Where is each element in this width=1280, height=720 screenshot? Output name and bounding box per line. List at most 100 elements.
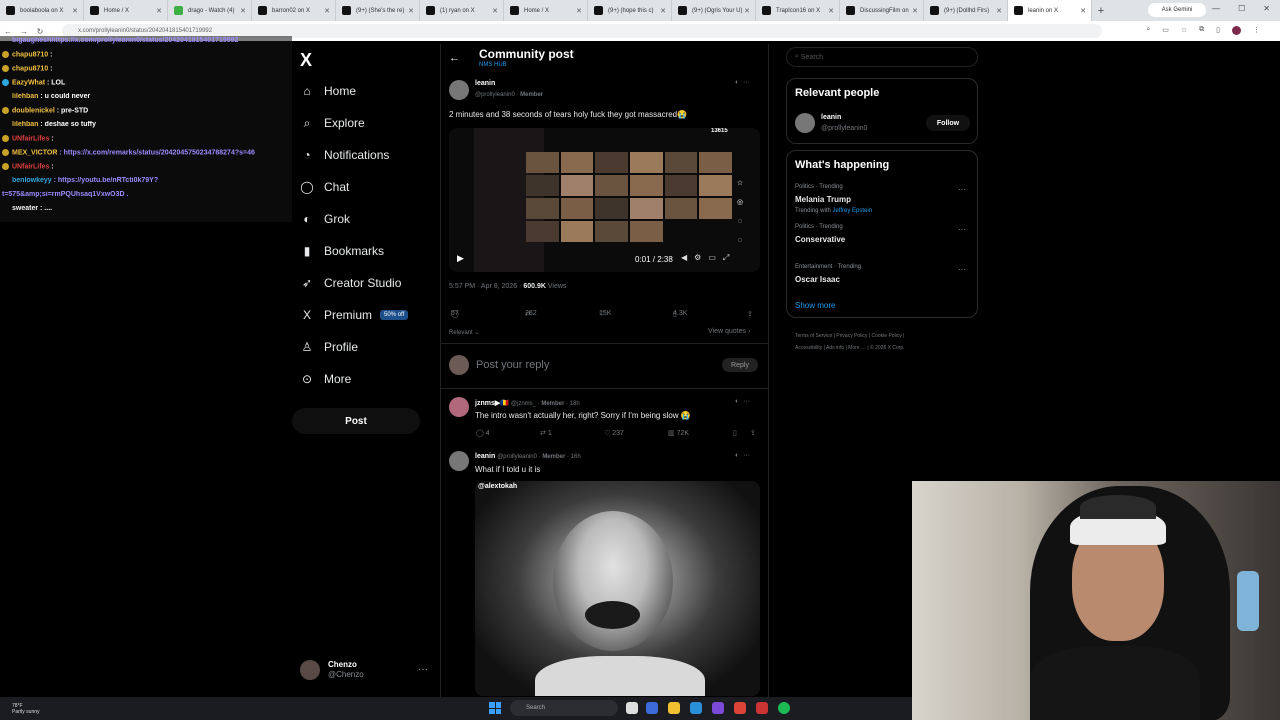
- grok-icon[interactable]: ◐: [735, 452, 739, 459]
- trend-more-icon[interactable]: ···: [958, 225, 966, 234]
- cast-icon[interactable]: ▭: [1162, 26, 1169, 35]
- browser-tab[interactable]: TrapIcon16 on X ✕: [756, 0, 840, 21]
- maximize-icon[interactable]: ☐: [1238, 4, 1245, 13]
- sidepanel-icon[interactable]: ▯: [1216, 26, 1220, 35]
- weather-widget[interactable]: 78°F Partly sunny: [12, 703, 40, 715]
- community-name[interactable]: NMS HUB: [479, 62, 507, 68]
- chat-link[interactable]: : https://x.com/remarks/status/204204575…: [57, 149, 255, 156]
- windows-start-icon[interactable]: [489, 702, 501, 714]
- post-button[interactable]: Post: [292, 408, 420, 434]
- browser-tab[interactable]: DiscussingFilm on ✕: [840, 0, 924, 21]
- footer-links[interactable]: Terms of Service | Privacy Policy | Cook…: [795, 333, 904, 339]
- reply-input[interactable]: Post your reply: [476, 359, 549, 371]
- nav-item-home[interactable]: ⌂ Home: [300, 81, 356, 101]
- browser-tab[interactable]: boolaboola on X ✕: [0, 0, 84, 21]
- relevant-person-name[interactable]: leanin: [821, 114, 841, 121]
- browser-tab[interactable]: (9+) (Ogris Your U) ✕: [672, 0, 756, 21]
- x-logo[interactable]: X: [300, 50, 312, 71]
- footer-links[interactable]: Accessibility | Ads info | More … | © 20…: [795, 345, 905, 351]
- repost-action[interactable]: ⇄ 1: [540, 429, 552, 437]
- tab-close-icon[interactable]: ✕: [576, 7, 582, 15]
- avatar[interactable]: [449, 451, 469, 471]
- close-window-icon[interactable]: ✕: [1263, 4, 1270, 13]
- tab-close-icon[interactable]: ✕: [408, 7, 414, 15]
- browser-tab[interactable]: (1) ryan on X ✕: [420, 0, 504, 21]
- nav-item-notifications[interactable]: ◔ Notifications: [300, 145, 389, 165]
- browser-tab[interactable]: barron02 on X ✕: [252, 0, 336, 21]
- chrome-icon[interactable]: [734, 702, 746, 714]
- search-input[interactable]: ⌕ Search: [786, 47, 978, 67]
- view-quotes-link[interactable]: View quotes ›: [708, 328, 750, 335]
- ask-gemini-button[interactable]: Ask Gemini: [1148, 3, 1206, 17]
- tab-close-icon[interactable]: ✕: [996, 7, 1002, 15]
- tab-close-icon[interactable]: ✕: [324, 7, 330, 15]
- trend-more-icon[interactable]: ···: [958, 265, 966, 274]
- avatar[interactable]: [449, 397, 469, 417]
- trend-name[interactable]: Conservative: [795, 235, 845, 244]
- tab-close-icon[interactable]: ✕: [1080, 7, 1086, 15]
- chat-link[interactable]: https://x.com/prollyleanin0/status/20420…: [51, 37, 238, 44]
- relevant-person-handle[interactable]: @prollyleanin0: [821, 125, 867, 132]
- new-tab-icon[interactable]: +: [1092, 5, 1110, 17]
- tab-close-icon[interactable]: ✕: [492, 7, 498, 15]
- nav-item-chat[interactable]: ◯ Chat: [300, 177, 349, 197]
- trend-name[interactable]: Melania Trump: [795, 195, 851, 204]
- browser-tab[interactable]: (9+) (Dollhd Firs) ✕: [924, 0, 1008, 21]
- comment-author[interactable]: jznms▶🇷🇴: [475, 400, 509, 407]
- nav-item-creator-studio[interactable]: ➶ Creator Studio: [300, 273, 401, 293]
- post-author-name[interactable]: leanin: [475, 80, 495, 87]
- sort-dropdown[interactable]: Relevant ⌄: [449, 329, 479, 336]
- video-controls[interactable]: ◀⚙▭⤢: [681, 253, 736, 263]
- browser-tab[interactable]: drago - Watch (4) ✕: [168, 0, 252, 21]
- reply-action[interactable]: ◯ 4: [476, 429, 490, 437]
- browser-tab[interactable]: Home / X ✕: [84, 0, 168, 21]
- avatar[interactable]: [795, 113, 815, 133]
- taskbar-search[interactable]: Search: [510, 700, 618, 716]
- comment-author[interactable]: leanin: [475, 453, 495, 460]
- chat-link[interactable]: t=575&amp;si=rmPQUhsaq1VxwO3D .: [2, 191, 128, 198]
- post-timestamp[interactable]: 5:57 PM · Apr 8, 2026 ·: [449, 283, 523, 290]
- nav-item-more[interactable]: ⊙ More: [300, 369, 351, 389]
- chat-link[interactable]: : https://youtu.be/nRTcti0k79Y?: [52, 177, 159, 184]
- more-icon[interactable]: ···: [743, 79, 750, 86]
- tab-close-icon[interactable]: ✕: [660, 7, 666, 15]
- tab-close-icon[interactable]: ✕: [240, 7, 246, 15]
- comment-video[interactable]: [475, 481, 760, 696]
- nav-item-profile[interactable]: ♙ Profile: [300, 337, 358, 357]
- grok-icon[interactable]: ◐: [735, 398, 739, 405]
- tab-close-icon[interactable]: ✕: [72, 7, 78, 15]
- nav-item-explore[interactable]: ⌕ Explore: [300, 113, 365, 133]
- forward-icon[interactable]: →: [16, 27, 32, 36]
- app-icon[interactable]: [646, 702, 658, 714]
- show-more-link[interactable]: Show more: [795, 301, 835, 310]
- trend-context-link[interactable]: Jeffrey Epstein: [832, 208, 872, 214]
- browser-tab[interactable]: Home / X ✕: [504, 0, 588, 21]
- grok-icon[interactable]: ◐: [735, 79, 739, 86]
- like-action[interactable]: ♡ 237: [604, 429, 624, 437]
- nav-item-premium[interactable]: X Premium 50% off: [300, 305, 409, 325]
- bookmark-icon[interactable]: ▯: [733, 429, 737, 437]
- star-icon[interactable]: ☆: [1181, 26, 1187, 35]
- tab-close-icon[interactable]: ✕: [912, 7, 918, 15]
- app-icon[interactable]: [712, 702, 724, 714]
- spotify-icon[interactable]: [778, 702, 790, 714]
- profile-avatar[interactable]: [1232, 26, 1241, 35]
- more-icon[interactable]: ···: [743, 398, 750, 405]
- edge-icon[interactable]: [690, 702, 702, 714]
- nav-item-grok[interactable]: ◐ Grok: [300, 209, 350, 229]
- extensions-icon[interactable]: ⧉: [1199, 26, 1204, 35]
- nav-item-bookmarks[interactable]: ▮ Bookmarks: [300, 241, 384, 261]
- share-icon[interactable]: ⇪: [750, 429, 756, 437]
- play-icon[interactable]: ▶: [457, 253, 464, 264]
- browser-tab[interactable]: (9+) (She's the re) ✕: [336, 0, 420, 21]
- account-more-icon[interactable]: ···: [418, 664, 428, 675]
- avatar[interactable]: [449, 80, 469, 100]
- trend-name[interactable]: Oscar Isaac: [795, 275, 840, 284]
- reload-icon[interactable]: ↻: [32, 27, 48, 36]
- post-author-handle[interactable]: @prollyleanin0 · Member: [475, 92, 543, 98]
- back-icon[interactable]: ←: [0, 27, 16, 36]
- menu-icon[interactable]: ⋮: [1253, 26, 1260, 35]
- app-icon[interactable]: [756, 702, 768, 714]
- trend-more-icon[interactable]: ···: [958, 185, 966, 194]
- share-icon[interactable]: ⇪: [747, 310, 753, 318]
